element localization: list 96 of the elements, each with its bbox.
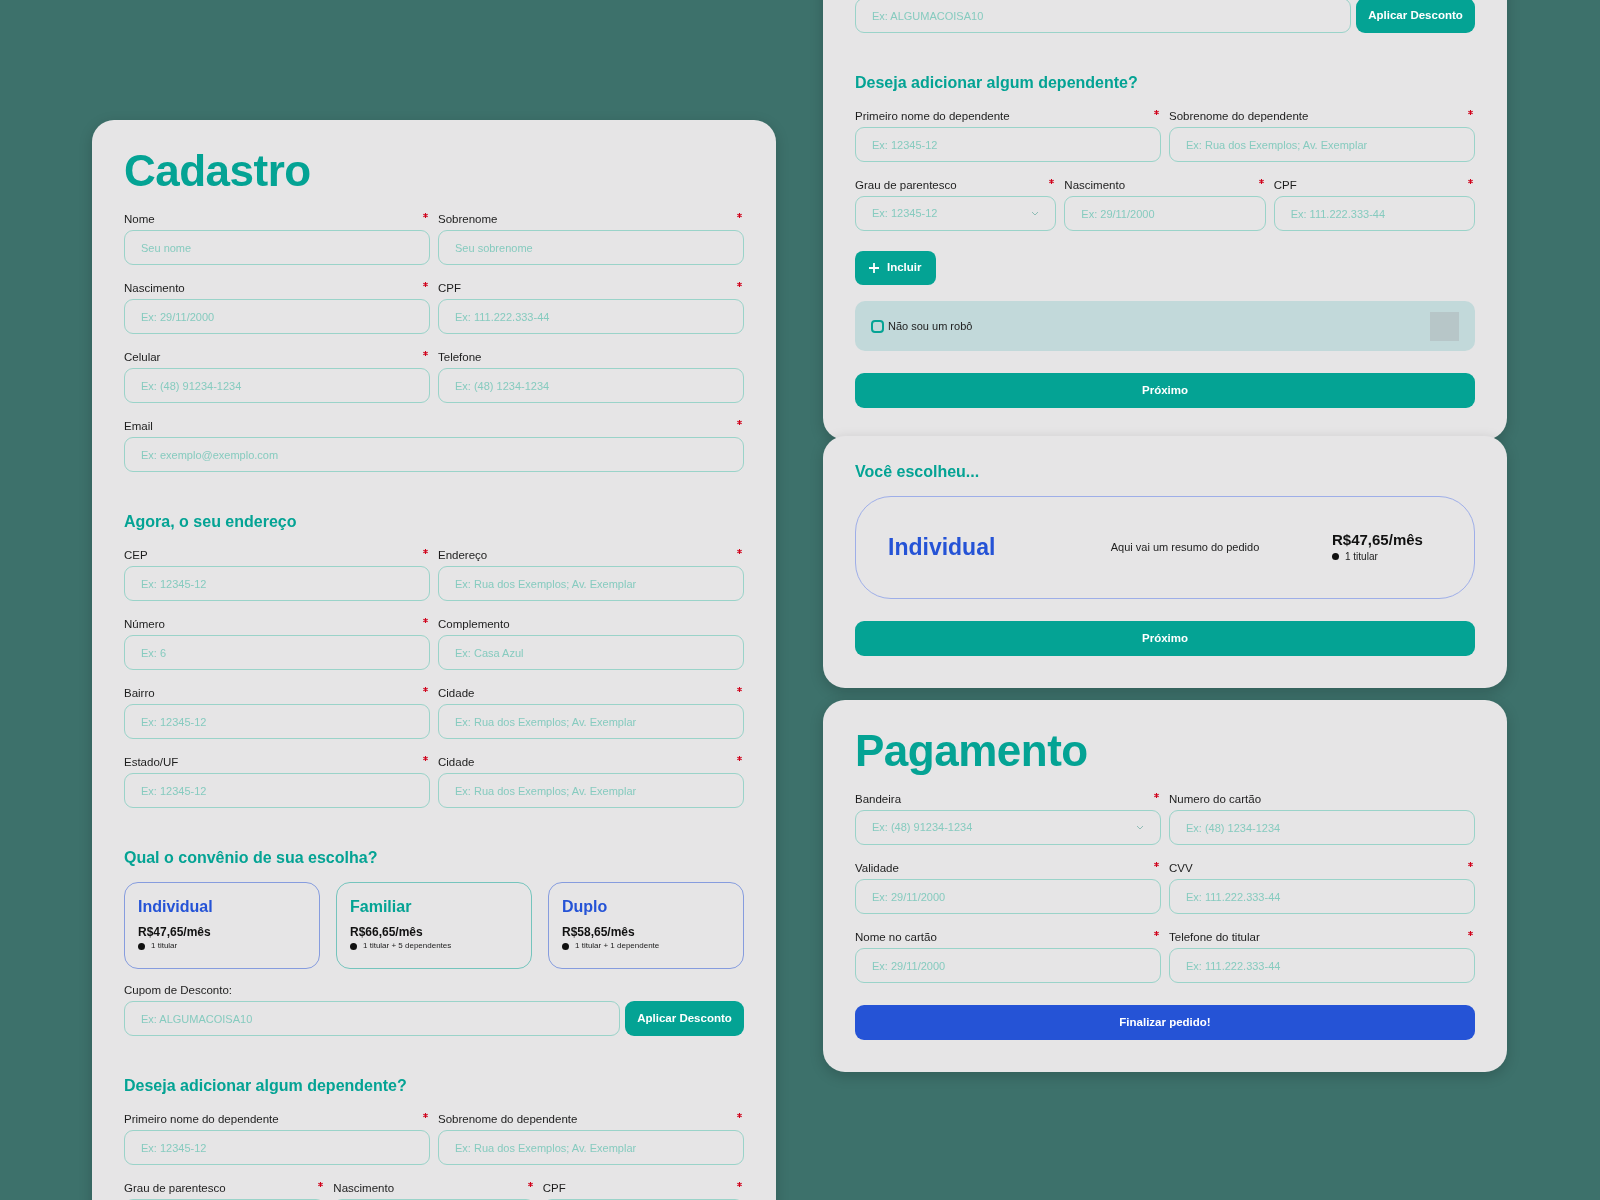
plan-card[interactable]: Familiar R$66,65/mês 1 titular + 5 dependentes bbox=[336, 882, 532, 969]
apply-discount-button[interactable]: Aplicar Desconto bbox=[1356, 0, 1475, 33]
field-label: Celular bbox=[124, 350, 161, 365]
field-label: Sobrenome do dependente bbox=[438, 1112, 578, 1127]
field-label: Numero do cartão bbox=[1169, 792, 1262, 807]
section-heading: Agora, o seu endereço bbox=[124, 512, 298, 532]
input-field[interactable]: Ex: 12345-12 bbox=[855, 127, 1161, 162]
field-label: Validade bbox=[855, 861, 899, 876]
add-button[interactable]: Incluir bbox=[855, 251, 936, 285]
input-field[interactable]: Seu nome bbox=[124, 230, 430, 265]
submit-button[interactable]: Finalizar pedido! bbox=[855, 1005, 1475, 1040]
section-heading: Qual o convênio de sua escolha? bbox=[124, 848, 379, 868]
plan-card[interactable]: Duplo R$58,65/mês 1 titular + 1 dependente bbox=[548, 882, 744, 969]
chevron-down-icon bbox=[1136, 825, 1144, 830]
captcha-label: Não sou um robô bbox=[888, 318, 973, 334]
field-label: Complemento bbox=[438, 617, 510, 632]
input-field[interactable]: Ex: 111.222.333-44 bbox=[1273, 196, 1475, 231]
page-title: Pagamento bbox=[855, 726, 1089, 776]
input-field[interactable]: Ex: exemplo@exemplo.com bbox=[124, 437, 744, 472]
input-field[interactable]: Ex: 12345-12 bbox=[124, 566, 430, 601]
input-field[interactable]: Ex: 111.222.333-44 bbox=[1169, 879, 1475, 914]
plan-name: Individual bbox=[138, 897, 214, 917]
field-label: Nome bbox=[124, 212, 155, 227]
plan-name: Individual bbox=[888, 533, 997, 563]
input-field[interactable]: Ex: 6 bbox=[124, 635, 430, 670]
select-placeholder: Ex: (48) 91234-1234 bbox=[872, 820, 973, 836]
plan-price: R$47,65/mês bbox=[1332, 531, 1424, 549]
field-label: Estado/UF bbox=[124, 755, 179, 770]
field-label: Primeiro nome do dependente bbox=[855, 109, 1010, 124]
field-label: Telefone bbox=[438, 350, 482, 365]
field-label: CEP bbox=[124, 548, 148, 563]
input-field[interactable]: Ex: Rua dos Exemplos; Av. Exemplar bbox=[1169, 127, 1475, 162]
field-label: CPF bbox=[438, 281, 461, 296]
input-field[interactable]: Ex: 12345-12 bbox=[124, 704, 430, 739]
section-heading: Deseja adicionar algum dependente? bbox=[124, 1076, 408, 1096]
field-label: CPF bbox=[1273, 178, 1297, 193]
input-field[interactable]: Ex: (48) 1234-1234 bbox=[438, 368, 744, 403]
input-field[interactable]: Ex: Rua dos Exemplos; Av. Exemplar bbox=[438, 1130, 744, 1165]
field-label: Grau de parentesco bbox=[855, 178, 957, 193]
field-label: Nascimento bbox=[124, 281, 185, 296]
plan-name: Duplo bbox=[562, 897, 609, 917]
submit-button[interactable]: Próximo bbox=[855, 373, 1475, 408]
plan-note: 1 titular bbox=[1345, 550, 1378, 564]
plan-note: 1 titular + 5 dependentes bbox=[363, 940, 452, 952]
plan-name: Familiar bbox=[350, 897, 413, 917]
input-field[interactable]: Ex: Rua dos Exemplos; Av. Exemplar bbox=[438, 704, 744, 739]
input-field[interactable]: Ex: (48) 91234-1234 bbox=[124, 368, 430, 403]
section-heading: Deseja adicionar algum dependente? bbox=[855, 73, 1139, 93]
input-field[interactable]: Ex: 12345-12 bbox=[124, 773, 430, 808]
field-label: Nascimento bbox=[1064, 178, 1126, 193]
plan-note: 1 titular + 1 dependente bbox=[575, 940, 660, 952]
plan-note: 1 titular bbox=[151, 940, 178, 952]
plan-price: R$47,65/mês bbox=[138, 925, 212, 940]
plan-price: R$58,65/mês bbox=[562, 925, 636, 940]
field-label: Número bbox=[124, 617, 165, 632]
field-label: Sobrenome bbox=[438, 212, 498, 227]
field-label: Endereço bbox=[438, 548, 488, 563]
field-label: Email bbox=[124, 419, 153, 434]
coupon-field[interactable]: Ex: ALGUMACOISA10 bbox=[124, 1001, 620, 1036]
input-field[interactable]: Ex: (48) 1234-1234 bbox=[1169, 810, 1475, 845]
input-field[interactable]: Ex: Rua dos Exemplos; Av. Exemplar bbox=[438, 773, 744, 808]
field-label: Grau de parentesco bbox=[124, 1181, 226, 1196]
input-field[interactable]: Ex: 12345-12 bbox=[124, 1130, 430, 1165]
field-label: Bairro bbox=[124, 686, 155, 701]
apply-discount-button[interactable]: Aplicar Desconto bbox=[625, 1001, 744, 1036]
input-field[interactable]: Ex: 29/11/2000 bbox=[855, 948, 1161, 983]
plus-icon bbox=[869, 263, 879, 273]
input-field[interactable]: Ex: 111.222.333-44 bbox=[1169, 948, 1475, 983]
field-label: Cidade bbox=[438, 686, 475, 701]
field-label: Nascimento bbox=[333, 1181, 395, 1196]
field-label: Sobrenome do dependente bbox=[1169, 109, 1309, 124]
chevron-down-icon bbox=[1031, 211, 1040, 216]
captcha-checkbox[interactable] bbox=[871, 319, 884, 333]
field-label: CVV bbox=[1169, 861, 1193, 876]
input-field[interactable]: Ex: 111.222.333-44 bbox=[438, 299, 744, 334]
input-field[interactable]: Ex: Rua dos Exemplos; Av. Exemplar bbox=[438, 566, 744, 601]
select-placeholder: Ex: 12345-12 bbox=[872, 206, 938, 222]
field-label: Telefone do titular bbox=[1169, 930, 1260, 945]
page-title: Cadastro bbox=[124, 146, 312, 196]
input-field[interactable]: Seu sobrenome bbox=[438, 230, 744, 265]
plan-price: R$66,65/mês bbox=[350, 925, 424, 940]
field-label: Bandeira bbox=[855, 792, 902, 807]
section-heading: Você escolheu... bbox=[855, 462, 981, 482]
field-label: Cidade bbox=[438, 755, 475, 770]
plan-card[interactable]: Individual R$47,65/mês 1 titular bbox=[124, 882, 320, 969]
field-label: Nome no cartão bbox=[855, 930, 937, 945]
input-field[interactable]: Ex: Casa Azul bbox=[438, 635, 744, 670]
summary-description: Aqui vai um resumo do pedido bbox=[1109, 540, 1261, 556]
input-field[interactable]: Ex: 29/11/2000 bbox=[1064, 196, 1266, 231]
field-label: CPF bbox=[542, 1181, 566, 1196]
input-field[interactable]: Ex: 29/11/2000 bbox=[124, 299, 430, 334]
submit-button[interactable]: Próximo bbox=[855, 621, 1475, 656]
coupon-field[interactable]: Ex: ALGUMACOISA10 bbox=[855, 0, 1351, 33]
input-field[interactable]: Ex: 29/11/2000 bbox=[855, 879, 1161, 914]
field-label: Cupom de Desconto: bbox=[124, 983, 234, 998]
field-label: Primeiro nome do dependente bbox=[124, 1112, 279, 1127]
